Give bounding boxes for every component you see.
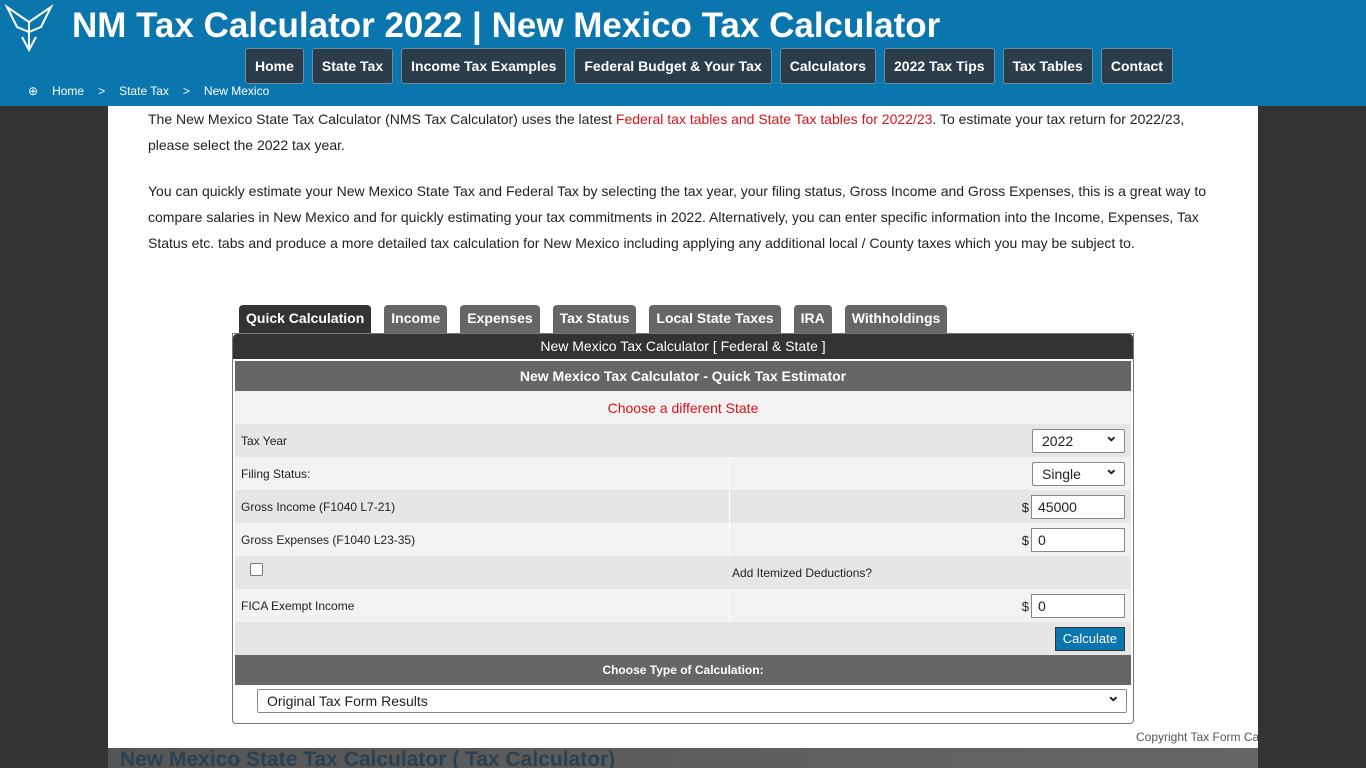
tab-income[interactable]: Income <box>384 305 448 333</box>
calc-type-select[interactable]: Original Tax Form Results <box>257 686 1127 713</box>
tab-tax-status[interactable]: Tax Status <box>552 305 637 333</box>
tab-local-state-taxes[interactable]: Local State Taxes <box>649 305 781 333</box>
calculate-button[interactable]: Calculate <box>1054 627 1125 651</box>
tab-ira[interactable]: IRA <box>793 305 832 333</box>
fica-exempt-input[interactable]: 0 <box>1031 594 1125 618</box>
itemized-deductions-checkbox[interactable] <box>250 563 263 576</box>
gross-income-label: Gross Income (F1040 L7-21) <box>235 490 730 523</box>
nav-contact[interactable]: Contact <box>1100 48 1173 84</box>
tab-withholdings[interactable]: Withholdings <box>844 305 948 333</box>
calculator-panel: New Mexico Tax Calculator [ Federal & St… <box>232 333 1134 724</box>
intro-text: The New Mexico State Tax Calculator (NMS… <box>148 111 616 127</box>
nav-federal-budget[interactable]: Federal Budget & Your Tax <box>574 48 772 84</box>
nav-income-tax-examples[interactable]: Income Tax Examples <box>401 48 567 84</box>
nav-state-tax[interactable]: State Tax <box>311 48 394 84</box>
breadcrumb-state-tax[interactable]: State Tax <box>119 84 169 98</box>
filing-status-label: Filing Status: <box>235 457 730 490</box>
site-title: NM Tax Calculator 2022 | New Mexico Tax … <box>72 6 941 45</box>
breadcrumb-new-mexico[interactable]: New Mexico <box>204 84 269 98</box>
currency-symbol: $ <box>1021 532 1029 548</box>
tax-year-select[interactable]: 2022 <box>1032 426 1125 453</box>
currency-symbol: $ <box>1021 499 1029 515</box>
globe-icon: ⊕ <box>28 84 39 98</box>
main-nav: Home State Tax Income Tax Examples Feder… <box>245 48 1173 84</box>
breadcrumb-sep: > <box>182 84 190 98</box>
itemized-deductions-label: Add Itemized Deductions? <box>732 566 873 580</box>
nav-home[interactable]: Home <box>245 48 304 84</box>
breadcrumb-sep: > <box>98 84 106 98</box>
filing-status-select[interactable]: Single <box>1032 459 1125 486</box>
main-content: The New Mexico State Tax Calculator (NMS… <box>108 106 1258 748</box>
estimator-title: New Mexico Tax Calculator - Quick Tax Es… <box>235 361 1131 391</box>
currency-symbol: $ <box>1021 598 1029 614</box>
site-header: NM Tax Calculator 2022 | New Mexico Tax … <box>0 0 1366 106</box>
breadcrumb-home[interactable]: Home <box>52 84 84 98</box>
nav-calculators[interactable]: Calculators <box>779 48 876 84</box>
section-heading: New Mexico State Tax Calculator ( Tax Ca… <box>120 748 616 768</box>
choose-state-link[interactable]: Choose a different State <box>608 400 759 416</box>
tab-expenses[interactable]: Expenses <box>460 305 540 333</box>
fica-exempt-label: FICA Exempt Income <box>235 589 730 622</box>
intro-paragraph-1: The New Mexico State Tax Calculator (NMS… <box>148 106 1218 158</box>
nav-tax-tips[interactable]: 2022 Tax Tips <box>884 48 995 84</box>
calculator-tabs: Quick Calculation Income Expenses Tax St… <box>239 305 948 333</box>
calculator-header: New Mexico Tax Calculator [ Federal & St… <box>233 334 1133 359</box>
nav-tax-tables[interactable]: Tax Tables <box>1002 48 1093 84</box>
tax-tables-link[interactable]: Federal tax tables and State Tax tables … <box>616 111 933 127</box>
breadcrumb: ⊕ Home > State Tax > New Mexico <box>28 84 269 98</box>
phoenix-logo-icon[interactable] <box>2 2 56 54</box>
gross-expenses-label: Gross Expenses (F1040 L23-35) <box>235 523 730 556</box>
intro-paragraph-2: You can quickly estimate your New Mexico… <box>148 183 1207 251</box>
calc-type-label: Choose Type of Calculation: <box>235 655 1131 685</box>
tab-quick-calculation[interactable]: Quick Calculation <box>239 305 372 333</box>
tax-year-label: Tax Year <box>241 433 288 448</box>
gross-income-input[interactable]: 45000 <box>1031 495 1125 519</box>
gross-expenses-input[interactable]: 0 <box>1031 528 1125 552</box>
copyright-text: Copyright Tax Form Cal <box>1136 730 1258 744</box>
